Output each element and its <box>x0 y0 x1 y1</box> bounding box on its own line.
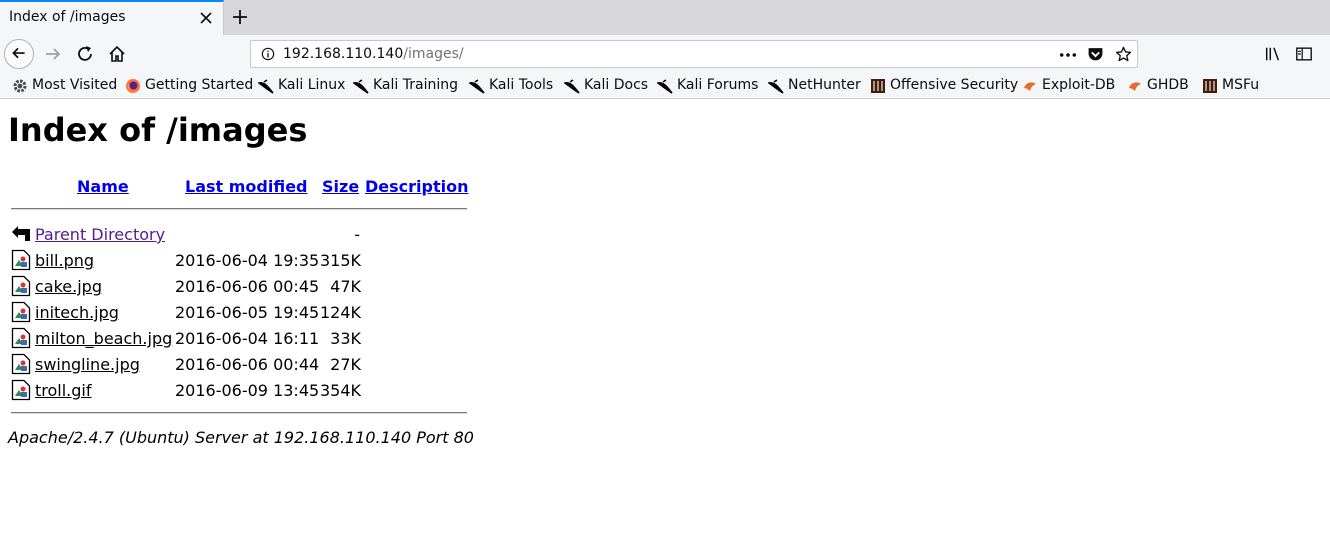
bookmarks-toolbar: Most Visited Getting Started Kali Linux … <box>0 73 1330 99</box>
file-modified: 2016-06-05 19:45 <box>175 303 320 322</box>
file-modified: 2016-06-04 19:35 <box>175 251 320 270</box>
back-arrow-icon <box>12 47 25 59</box>
parent-directory-link[interactable]: Parent Directory <box>35 225 165 244</box>
offsec-icon <box>1203 79 1217 93</box>
file-link[interactable]: swingline.jpg <box>35 355 140 374</box>
image-file-icon <box>11 249 31 271</box>
tab-strip: Index of /images <box>0 0 1330 35</box>
bookmark-star-icon[interactable] <box>1115 46 1132 63</box>
kali-dragon-icon <box>258 79 274 94</box>
exploitdb-icon <box>1024 82 1036 91</box>
column-header-size[interactable]: Size <box>322 177 359 196</box>
new-tab-plus-icon[interactable] <box>231 8 249 26</box>
kali-dragon-icon <box>353 79 369 94</box>
bookmark-label: Getting Started <box>145 77 254 93</box>
exploitdb-icon <box>1129 82 1141 91</box>
url-text[interactable]: 192.168.110.140/images/ <box>283 46 464 62</box>
file-modified: 2016-06-04 16:11 <box>175 329 320 348</box>
bookmark-label: Kali Linux <box>278 77 346 93</box>
firefox-icon <box>126 79 140 93</box>
image-file-icon <box>11 327 31 349</box>
image-file-icon <box>11 275 31 297</box>
file-link[interactable]: cake.jpg <box>35 277 102 296</box>
navigation-toolbar: 192.168.110.140/images/ <box>0 35 1330 73</box>
divider <box>11 412 467 414</box>
close-icon[interactable] <box>199 11 213 25</box>
address-bar[interactable]: 192.168.110.140/images/ <box>250 40 1138 68</box>
file-size: 27K <box>330 355 361 374</box>
column-header-description[interactable]: Description <box>365 177 468 196</box>
kali-dragon-icon <box>469 79 485 94</box>
server-signature: Apache/2.4.7 (Ubuntu) Server at 192.168.… <box>8 428 474 447</box>
bookmark-label: Kali Training <box>373 77 458 93</box>
image-file-icon <box>11 353 31 375</box>
bookmark-label: Kali Docs <box>584 77 649 93</box>
file-size: 124K <box>319 303 361 322</box>
bookmark-label: GHDB <box>1147 77 1189 93</box>
page-actions-icon[interactable] <box>1059 51 1077 59</box>
bookmark-label: Exploit-DB <box>1042 77 1116 93</box>
sidebar-icon[interactable] <box>1295 45 1313 63</box>
back-arrow-icon <box>12 226 30 241</box>
page-content: Index of /images Name Last modified Size… <box>0 99 1330 542</box>
bookmark-label: Offensive Security <box>890 77 1019 93</box>
tab-title: Index of /images <box>9 9 126 25</box>
gear-icon <box>13 79 27 93</box>
page-title: Index of /images <box>8 111 308 149</box>
file-link[interactable]: bill.png <box>35 251 94 270</box>
kali-dragon-icon <box>657 79 673 94</box>
info-icon[interactable] <box>261 47 275 61</box>
offsec-icon <box>871 79 885 93</box>
file-modified: 2016-06-06 00:44 <box>175 355 320 374</box>
image-file-icon <box>11 301 31 323</box>
pocket-icon[interactable] <box>1087 46 1104 63</box>
bookmark-label: Most Visited <box>32 77 118 93</box>
file-size: 354K <box>319 381 361 400</box>
file-modified: 2016-06-06 00:45 <box>175 277 320 296</box>
home-icon[interactable] <box>107 44 127 64</box>
tab-active[interactable]: Index of /images <box>0 0 224 35</box>
url-host: 192.168.110.140 <box>283 46 404 62</box>
bookmark-label: NetHunter <box>788 77 861 93</box>
bookmark-label: Kali Forums <box>677 77 759 93</box>
bookmark-label: MSFu <box>1222 77 1260 93</box>
back-button[interactable] <box>4 39 34 69</box>
divider <box>11 208 467 210</box>
column-header-name[interactable]: Name <box>77 177 129 196</box>
parent-size: - <box>354 225 360 244</box>
file-size: 47K <box>330 277 361 296</box>
file-link[interactable]: initech.jpg <box>35 303 119 322</box>
url-path: /images/ <box>403 46 464 62</box>
image-file-icon <box>11 379 31 401</box>
file-modified: 2016-06-09 13:45 <box>175 381 320 400</box>
file-size: 315K <box>319 251 361 270</box>
file-link[interactable]: troll.gif <box>35 381 92 400</box>
bookmark-label: Kali Tools <box>489 77 554 93</box>
reload-icon[interactable] <box>75 44 95 64</box>
forward-arrow-icon[interactable] <box>43 44 63 64</box>
kali-dragon-icon <box>564 79 580 94</box>
file-size: 33K <box>330 329 361 348</box>
column-header-last-modified[interactable]: Last modified <box>185 177 308 196</box>
file-link[interactable]: milton_beach.jpg <box>35 329 172 348</box>
kali-dragon-icon <box>768 79 784 94</box>
library-icon[interactable] <box>1264 45 1282 63</box>
